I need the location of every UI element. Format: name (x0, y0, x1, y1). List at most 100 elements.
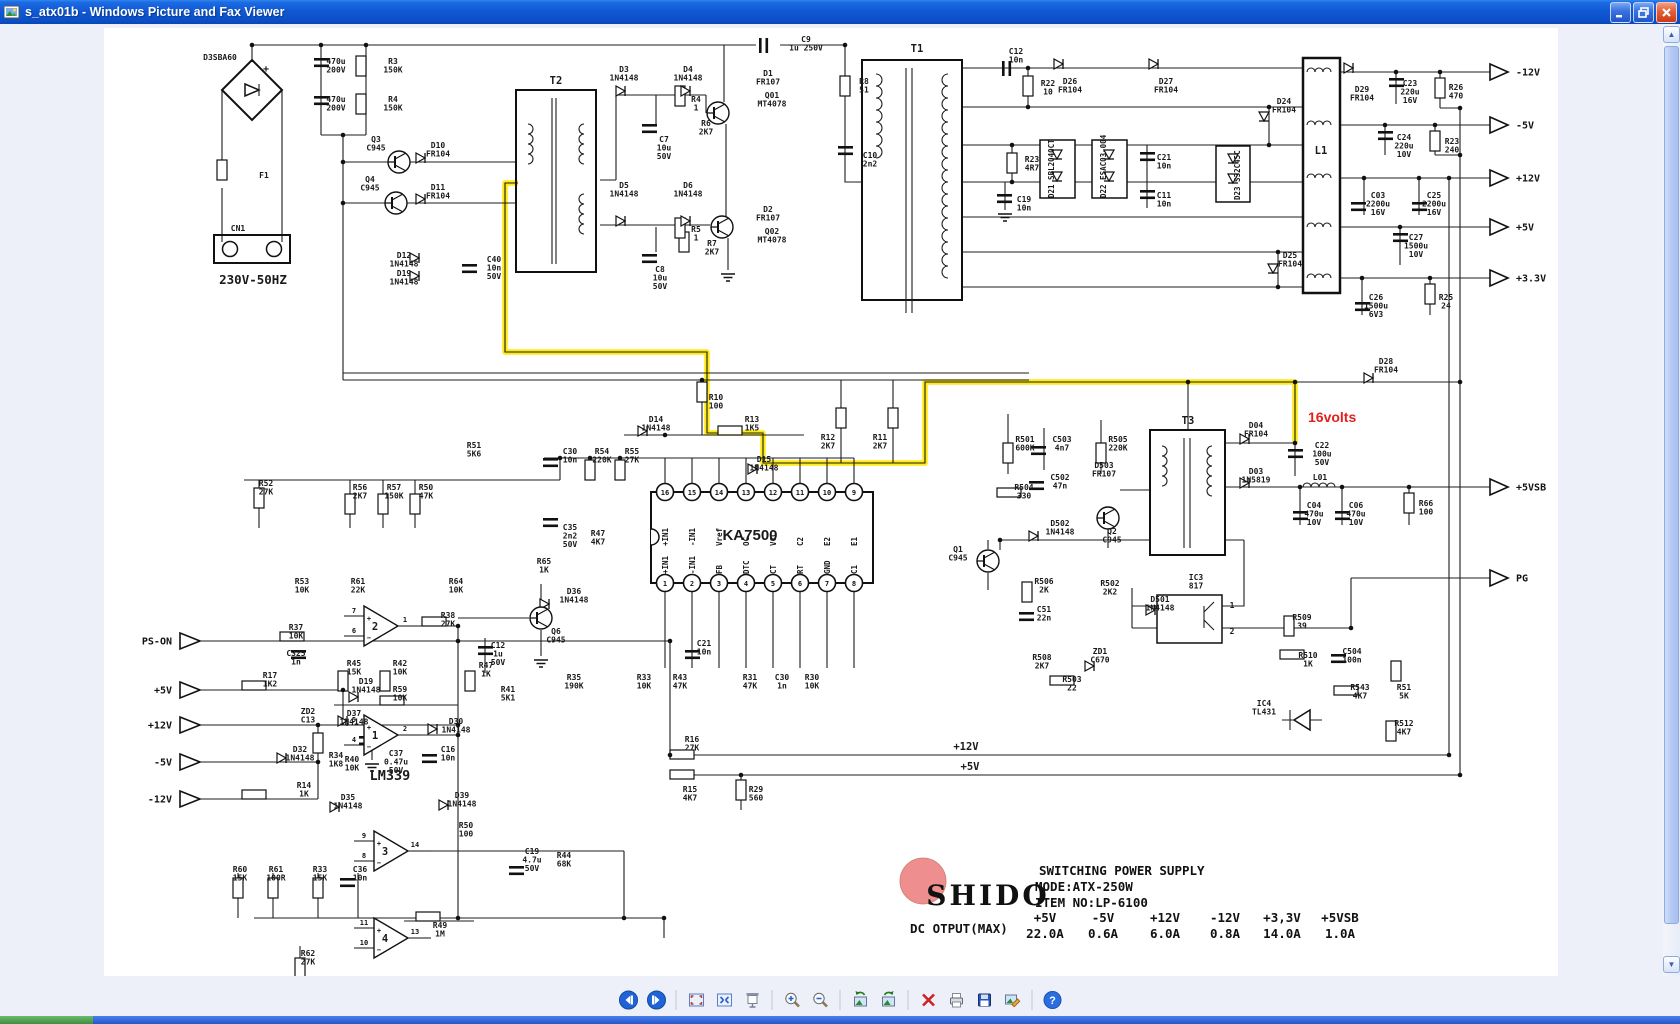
svg-text:D191N4148: D19 1N4148 (390, 269, 419, 287)
svg-text:R131K5: R13 1K5 (745, 415, 760, 433)
svg-text:6: 6 (352, 627, 356, 635)
svg-text:+: + (377, 927, 381, 935)
title-bar[interactable]: s_atx01b - Windows Picture and Fax Viewe… (0, 0, 1680, 24)
restore-button[interactable] (1633, 1, 1654, 23)
svg-text:R5101K: R510 1K (1298, 651, 1317, 669)
svg-text:KA7500: KA7500 (722, 527, 777, 544)
svg-text:C261500u6V3: C26 1500u 6V3 (1364, 293, 1388, 319)
rotate-counterclockwise-icon (853, 991, 867, 1007)
info-block: SHIDOSWITCHING POWER SUPPLYMODE:ATX-250W… (899, 857, 1359, 941)
svg-text:C1110n: C11 10n (1157, 191, 1172, 209)
svg-text:R5022K2: R502 2K2 (1100, 579, 1119, 597)
svg-text:-5V: -5V (1092, 910, 1115, 925)
svg-text:+5V: +5V (961, 761, 981, 773)
svg-text:1: 1 (663, 580, 667, 588)
svg-text:Q01MT4078: Q01 MT4078 (758, 91, 787, 109)
minimize-button[interactable] (1610, 1, 1631, 23)
svg-text:+: + (367, 615, 371, 623)
svg-text:-IN1: -IN1 (688, 527, 697, 546)
svg-text:+12V: +12V (148, 721, 172, 732)
svg-text:R515K: R51 5K (1397, 683, 1412, 701)
schematic-svg: 16+IN115-IN114Vref13OC12VCC11C210E29E11+… (142, 35, 1546, 990)
svg-text:SHIDO: SHIDO (926, 879, 1049, 912)
svg-text:Q6C945: Q6 C945 (546, 627, 565, 645)
svg-text:15: 15 (688, 489, 696, 497)
svg-text:R72K7: R7 2K7 (705, 239, 720, 257)
svg-text:6.0A: 6.0A (1150, 926, 1181, 941)
close-button[interactable] (1656, 1, 1677, 23)
svg-text:14: 14 (715, 489, 723, 497)
svg-text:R5124K7: R512 4K7 (1394, 719, 1413, 737)
svg-text:3: 3 (382, 846, 388, 858)
svg-text:+12V: +12V (1150, 910, 1181, 925)
svg-text:−: − (377, 946, 381, 954)
rotate-clockwise-button[interactable] (876, 988, 901, 1013)
svg-text:+: + (263, 64, 269, 75)
component-symbols (216, 38, 1463, 979)
svg-text:D3SBA60: D3SBA60 (203, 53, 237, 62)
svg-text:D41N4148: D4 1N4148 (674, 65, 703, 83)
svg-text:R171K2: R17 1K2 (263, 671, 278, 689)
print-button[interactable] (944, 988, 969, 1013)
svg-text:R50100: R50 100 (459, 821, 474, 839)
svg-text:1: 1 (403, 616, 407, 624)
edit-button[interactable] (1000, 988, 1025, 1013)
help-button[interactable]: ? (1040, 988, 1065, 1013)
best-fit-button[interactable] (684, 988, 709, 1013)
svg-text:R3010K: R30 10K (805, 673, 820, 691)
svg-text:ZD1C670: ZD1 C670 (1090, 647, 1109, 665)
svg-text:R515K6: R51 5K6 (467, 441, 482, 459)
svg-text:+5V: +5V (1516, 223, 1534, 234)
svg-text:C710u50V: C7 10u 50V (657, 135, 672, 161)
taskbar-sliver[interactable] (93, 1016, 1680, 1024)
svg-text:DTC: DTC (742, 560, 751, 574)
rotate-clockwise-icon (881, 991, 895, 1007)
svg-text:PG: PG (1516, 574, 1528, 585)
svg-text:R3315K: R33 15K (313, 865, 328, 883)
svg-text:D321N4148: D32 1N4148 (286, 745, 315, 763)
taskbar-edge (0, 1016, 1680, 1024)
zoom-in-button[interactable] (780, 988, 805, 1013)
scrollbar-thumb[interactable] (1664, 46, 1679, 924)
start-button-sliver[interactable] (0, 1016, 93, 1024)
next-image-button[interactable] (644, 988, 669, 1013)
save-button[interactable] (972, 988, 997, 1013)
svg-text:T3: T3 (1182, 415, 1195, 427)
ic-pins: 16+IN115-IN114Vref13OC12VCC11C210E29E11+… (655, 482, 864, 593)
svg-text:D031N5819: D03 1N5819 (1242, 467, 1271, 485)
delete-button[interactable] (916, 988, 941, 1013)
scroll-down-button[interactable]: ▼ (1663, 956, 1680, 973)
svg-text:C810u50V: C8 10u 50V (653, 265, 668, 291)
svg-text:8: 8 (852, 580, 856, 588)
vertical-scrollbar[interactable]: ▲ ▼ (1663, 26, 1680, 976)
svg-text:C50247n: C502 47n (1050, 473, 1069, 491)
viewer-toolbar: ? (616, 986, 1065, 1014)
svg-text:R4515K: R45 15K (347, 659, 362, 677)
svg-text:?: ? (1049, 995, 1056, 1007)
svg-text:R415K1: R41 5K1 (501, 685, 516, 703)
svg-text:R2210: R22 10 (1041, 79, 1056, 97)
slideshow-button[interactable] (740, 988, 765, 1013)
rotate-counterclockwise-button[interactable] (848, 988, 873, 1013)
svg-text:+IN1: +IN1 (661, 555, 670, 574)
edit-icon (1004, 994, 1020, 1008)
svg-text:D1FR107: D1 FR107 (756, 69, 780, 87)
svg-text:R5310K: R53 10K (295, 577, 310, 595)
svg-text:D5021N4148: D502 1N4148 (1046, 519, 1075, 537)
svg-text:Q02MT4078: Q02 MT4078 (758, 227, 787, 245)
app-icon (3, 4, 20, 20)
svg-text:13: 13 (411, 928, 419, 936)
svg-text:C1610n: C16 10n (441, 745, 456, 763)
svg-text:R651K: R65 1K (537, 557, 552, 575)
actual-size-button[interactable] (712, 988, 737, 1013)
svg-text:D61N4148: D6 1N4148 (674, 181, 703, 199)
save-icon (977, 993, 991, 1007)
svg-text:R5910K: R59 10K (393, 685, 408, 703)
svg-text:7: 7 (825, 580, 829, 588)
component-labels: D3SBA60 +470u 200V R3 150K 470u 200V R4 150K F1 CN… (203, 35, 1463, 967)
scroll-up-button[interactable]: ▲ (1663, 26, 1680, 43)
zoom-out-button[interactable] (808, 988, 833, 1013)
svg-text:2: 2 (690, 580, 694, 588)
svg-text:14: 14 (411, 841, 419, 849)
previous-image-button[interactable] (616, 988, 641, 1013)
